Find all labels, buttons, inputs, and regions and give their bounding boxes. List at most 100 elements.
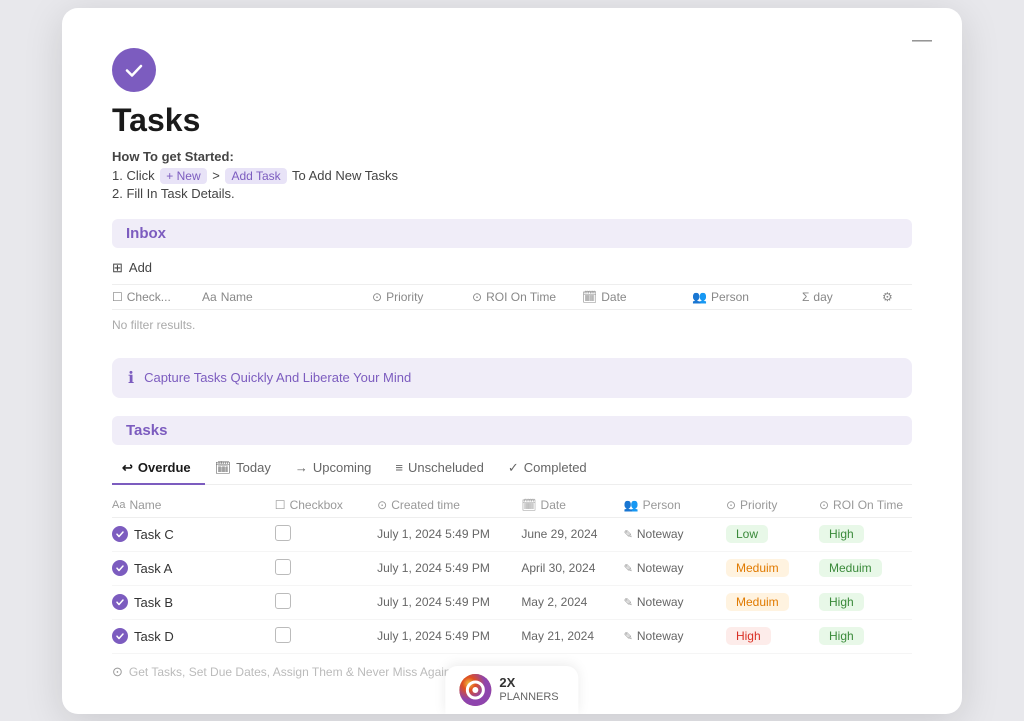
- task-checkbox-0[interactable]: [275, 525, 377, 544]
- task-created-2: July 1, 2024 5:49 PM: [377, 595, 521, 609]
- task-checkbox-2[interactable]: [275, 593, 377, 612]
- grid-icon: ⊞: [112, 260, 123, 276]
- th-roi: ⊙ ROI On Time: [819, 498, 912, 512]
- how-to-step-1: 1. Click + New > Add Task To Add New Tas…: [112, 168, 912, 184]
- task-dot-1: [112, 560, 128, 576]
- task-dot-3: [112, 628, 128, 644]
- col-day: Σ day: [802, 290, 882, 304]
- th-person: 👥 Person: [624, 498, 726, 512]
- task-name-2: Task B: [112, 594, 275, 610]
- col-person: 👥 Person: [692, 290, 802, 304]
- how-to-label: How To get Started:: [112, 149, 912, 164]
- name-col-icon: Aa: [112, 499, 125, 511]
- tab-completed-label: Completed: [524, 460, 587, 475]
- checkbox-cell-3[interactable]: [275, 627, 291, 643]
- person-icon: 👥: [692, 290, 707, 304]
- tab-today-label: Today: [236, 460, 271, 475]
- inbox-columns: ☐ Check... Aa Name ⊙ Priority ⊙ ROI On T…: [112, 284, 912, 310]
- new-badge: + New: [160, 168, 206, 184]
- col-settings[interactable]: ⚙: [882, 290, 912, 304]
- more-icon: ⊙: [112, 664, 123, 680]
- filter-icon: Σ: [802, 290, 809, 304]
- col-check: ☐ Check...: [112, 290, 202, 304]
- inbox-add-row: ⊞ Add: [112, 256, 912, 280]
- th-checkbox: ☐ Checkbox: [275, 498, 377, 512]
- task-name-0: Task C: [112, 526, 275, 542]
- col-date: 🗓 Date: [582, 290, 692, 304]
- upcoming-icon: →: [295, 460, 308, 475]
- tasks-section: Tasks ↩ Overdue 🗓 Today → Upcoming ≡ Uns…: [112, 416, 912, 684]
- priority-icon: ⊙: [372, 290, 382, 304]
- task-date-3: May 21, 2024: [521, 629, 623, 643]
- task-date-1: April 30, 2024: [521, 561, 623, 575]
- branding-logo: [459, 674, 491, 706]
- tab-overdue[interactable]: ↩ Overdue: [112, 453, 205, 485]
- more-text: Get Tasks, Set Due Dates, Assign Them & …: [129, 665, 451, 679]
- checkbox-cell-2[interactable]: [275, 593, 291, 609]
- how-to-list: 1. Click + New > Add Task To Add New Tas…: [112, 168, 912, 201]
- tab-completed[interactable]: ✓ Completed: [498, 453, 601, 485]
- checkbox-icon: ☐: [112, 290, 123, 304]
- bottom-branding: 2X PLANNERS: [445, 666, 578, 714]
- inbox-add-button[interactable]: Add: [129, 260, 152, 275]
- priority-col-icon: ⊙: [726, 498, 736, 512]
- date-icon: 🗓: [582, 290, 597, 304]
- inbox-section: Inbox ⊞ Add ☐ Check... Aa Name ⊙ Priorit…: [112, 219, 912, 340]
- task-checkbox-3[interactable]: [275, 627, 377, 646]
- roi-icon: ⊙: [472, 290, 482, 304]
- tasks-title: Tasks: [112, 416, 912, 445]
- branding-text: 2X PLANNERS: [499, 675, 558, 704]
- edit-icon-2: ✎: [624, 596, 633, 609]
- table-row: Task C July 1, 2024 5:49 PM June 29, 202…: [112, 518, 912, 552]
- task-person-2: ✎ Noteway: [624, 595, 726, 609]
- how-to-step-2: 2. Fill In Task Details.: [112, 186, 912, 201]
- tab-today[interactable]: 🗓 Today: [205, 453, 285, 485]
- task-roi-3: High: [819, 627, 912, 645]
- table-row: Task D July 1, 2024 5:49 PM May 21, 2024…: [112, 620, 912, 654]
- th-name: Aa Name: [112, 498, 275, 512]
- edit-icon-3: ✎: [624, 630, 633, 643]
- person-col-icon: 👥: [624, 498, 639, 512]
- col-roi: ⊙ ROI On Time: [472, 290, 582, 304]
- checkbox-cell-0[interactable]: [275, 525, 291, 541]
- task-roi-1: Meduim: [819, 559, 912, 577]
- app-icon: [112, 48, 156, 92]
- task-dot-2: [112, 594, 128, 610]
- text-icon: Aa: [202, 290, 217, 304]
- inbox-title: Inbox: [112, 219, 912, 248]
- task-created-1: July 1, 2024 5:49 PM: [377, 561, 521, 575]
- brand-name-line1: 2X: [499, 675, 515, 690]
- task-priority-3: High: [726, 627, 819, 645]
- task-date-0: June 29, 2024: [521, 527, 623, 541]
- task-checkbox-1[interactable]: [275, 559, 377, 578]
- checkbox-cell-1[interactable]: [275, 559, 291, 575]
- th-date: 🗓 Date: [521, 498, 623, 512]
- task-person-3: ✎ Noteway: [624, 629, 726, 643]
- task-dot-0: [112, 526, 128, 542]
- tasks-tabs: ↩ Overdue 🗓 Today → Upcoming ≡ Unschelud…: [112, 453, 912, 485]
- task-roi-2: High: [819, 593, 912, 611]
- info-banner: ℹ Capture Tasks Quickly And Liberate You…: [112, 358, 912, 398]
- created-icon: ⊙: [377, 498, 387, 512]
- task-created-3: July 1, 2024 5:49 PM: [377, 629, 521, 643]
- th-priority: ⊙ Priority: [726, 498, 819, 512]
- tab-upcoming[interactable]: → Upcoming: [285, 453, 386, 485]
- minimize-button[interactable]: —: [912, 30, 932, 50]
- task-name-1: Task A: [112, 560, 275, 576]
- no-filter-text: No filter results.: [112, 314, 912, 340]
- task-priority-2: Meduim: [726, 593, 819, 611]
- task-created-0: July 1, 2024 5:49 PM: [377, 527, 521, 541]
- tab-unscheduled[interactable]: ≡ Unscheluded: [385, 453, 497, 485]
- task-rows-container: Task C July 1, 2024 5:49 PM June 29, 202…: [112, 518, 912, 654]
- page-title: Tasks: [112, 102, 912, 139]
- table-row: Task A July 1, 2024 5:49 PM April 30, 20…: [112, 552, 912, 586]
- edit-icon-1: ✎: [624, 562, 633, 575]
- task-priority-1: Meduim: [726, 559, 819, 577]
- app-window: — Tasks How To get Started: 1. Click + N…: [62, 8, 962, 714]
- task-name-3: Task D: [112, 628, 275, 644]
- th-created: ⊙ Created time: [377, 498, 521, 512]
- edit-icon-0: ✎: [624, 528, 633, 541]
- task-person-0: ✎ Noteway: [624, 527, 726, 541]
- checkbox-col-icon: ☐: [275, 498, 286, 512]
- today-icon: 🗓: [215, 460, 232, 476]
